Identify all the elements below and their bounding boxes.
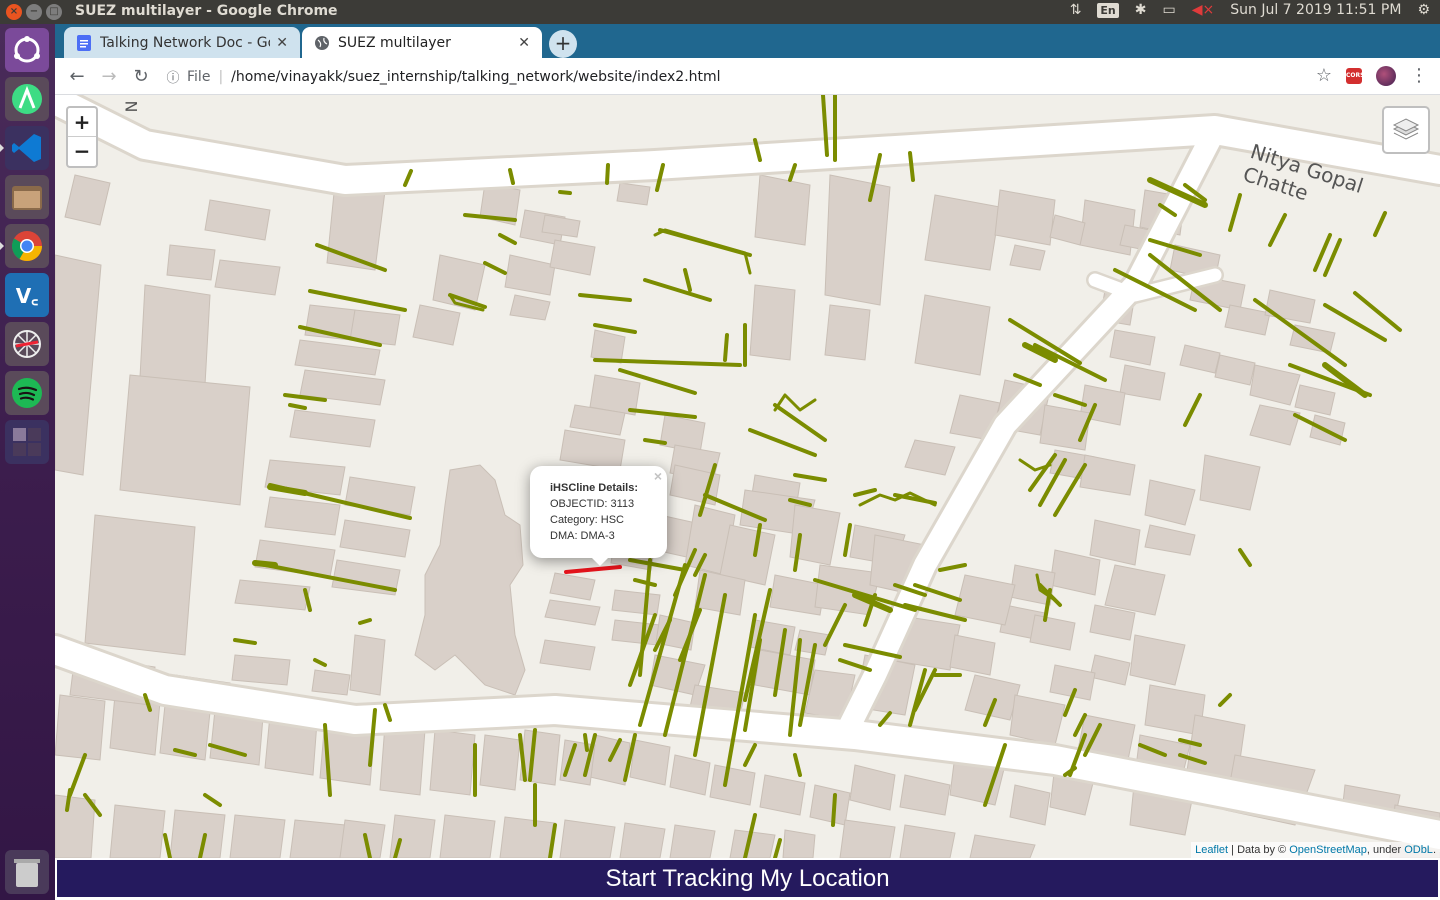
bookmark-star-icon[interactable]: ☆ [1316, 65, 1332, 86]
profile-avatar[interactable] [1376, 65, 1396, 86]
address-bar[interactable]: ⓘ File | /home/vinayakk/suez_internship/… [163, 63, 1313, 90]
new-tab-button[interactable]: + [549, 30, 577, 58]
odbl-link[interactable]: ODbL [1404, 844, 1433, 856]
zoom-out-button[interactable]: − [68, 137, 96, 166]
zoom-in-button[interactable]: + [68, 108, 96, 137]
address-separator: | [218, 68, 224, 85]
back-arrow-icon[interactable]: ← [65, 65, 89, 89]
leaflet-map[interactable]: N Nitya Gopal Chatte + − × iHSCline Deta… [55, 95, 1440, 858]
workspace-switcher-icon[interactable] [5, 420, 49, 464]
popup-title: iHSCline Details: [550, 482, 639, 494]
feature-popup: × iHSCline Details: OBJECTID: 3113 Categ… [530, 466, 667, 558]
layers-control-button[interactable] [1382, 106, 1430, 154]
keyboard-language-indicator[interactable]: En [1097, 2, 1119, 18]
power-gear-icon[interactable]: ⚙ [1417, 2, 1430, 18]
network-arrows-icon[interactable]: ⇅ [1070, 2, 1082, 18]
popup-category: Category: HSC [550, 514, 624, 526]
volume-muted-icon[interactable]: ◀× [1192, 2, 1215, 18]
tab-close-icon[interactable]: ✕ [276, 35, 288, 51]
trash-icon[interactable] [5, 850, 49, 894]
map-tiles [55, 95, 1440, 858]
chrome-menu-icon[interactable]: ⋮ [1410, 65, 1428, 86]
file-manager-icon[interactable] [5, 175, 49, 219]
window-maximize-button[interactable]: □ [46, 4, 62, 20]
tab-label: Talking Network Doc - Goo [100, 34, 271, 51]
browser-toolbar: ← → ↻ ⓘ File | /home/vinayakk/suez_inter… [55, 58, 1440, 95]
attribution-under: , under [1366, 844, 1405, 856]
popup-dma: DMA: DMA-3 [550, 530, 615, 542]
popup-objectid: OBJECTID: 3113 [550, 498, 635, 510]
start-tracking-button[interactable]: Start Tracking My Location [57, 860, 1438, 897]
popup-tip [590, 556, 610, 566]
vnc-viewer-icon[interactable]: V꜀ [5, 273, 49, 317]
system-indicators: ⇅ En ✱ ▭ ◀× Sun Jul 7 2019 11:51 PM ⚙ [1070, 2, 1430, 18]
vscode-icon[interactable] [0, 126, 49, 170]
popup-close-button[interactable]: × [654, 468, 662, 484]
toolbar-right-controls: ☆ CORS ⋮ [1316, 65, 1428, 86]
reload-icon[interactable]: ↻ [129, 65, 153, 89]
android-studio-icon[interactable] [5, 77, 49, 121]
globe-icon [314, 35, 330, 51]
window-close-button[interactable]: × [6, 4, 22, 20]
tab-label: SUEZ multilayer [338, 34, 451, 51]
network-tool-icon[interactable] [5, 322, 49, 366]
docs-icon [76, 34, 92, 51]
chrome-icon[interactable] [0, 224, 49, 268]
ubuntu-dash-icon[interactable] [5, 28, 49, 72]
tab-talking-network-doc[interactable]: Talking Network Doc - Goo ✕ [64, 27, 300, 58]
layers-icon [1392, 118, 1420, 140]
street-label-top-left: N [121, 100, 141, 113]
forward-arrow-icon[interactable]: → [97, 65, 121, 89]
openstreetmap-link[interactable]: OpenStreetMap [1289, 844, 1367, 856]
window-title: SUEZ multilayer - Google Chrome [75, 3, 338, 19]
url-text[interactable]: /home/vinayakk/suez_internship/talking_n… [231, 69, 720, 85]
browser-tab-strip: Talking Network Doc - Goo ✕ SUEZ multila… [55, 24, 1440, 58]
attribution-end: . [1432, 844, 1436, 856]
attribution-data-by: | Data by © [1228, 844, 1290, 856]
info-icon[interactable]: ⓘ [163, 67, 183, 86]
spotify-icon[interactable] [5, 371, 49, 415]
os-top-panel: × − □ SUEZ multilayer - Google Chrome ⇅ … [0, 0, 1440, 24]
tab-suez-multilayer[interactable]: SUEZ multilayer ✕ [302, 27, 542, 58]
tab-close-icon[interactable]: ✕ [518, 35, 530, 51]
scheme-label: File [187, 68, 211, 85]
ubuntu-launcher: V꜀ [0, 24, 55, 900]
battery-icon[interactable]: ▭ [1163, 2, 1176, 18]
window-controls: × − □ [6, 4, 62, 20]
cors-extension-icon[interactable]: CORS [1346, 67, 1364, 84]
zoom-control: + − [66, 106, 98, 168]
window-minimize-button[interactable]: − [26, 4, 42, 20]
clock[interactable]: Sun Jul 7 2019 11:51 PM [1230, 2, 1401, 18]
map-attribution: Leaflet | Data by © OpenStreetMap, under… [1191, 842, 1440, 858]
bluetooth-icon[interactable]: ✱ [1135, 2, 1147, 18]
leaflet-link[interactable]: Leaflet [1195, 844, 1228, 856]
